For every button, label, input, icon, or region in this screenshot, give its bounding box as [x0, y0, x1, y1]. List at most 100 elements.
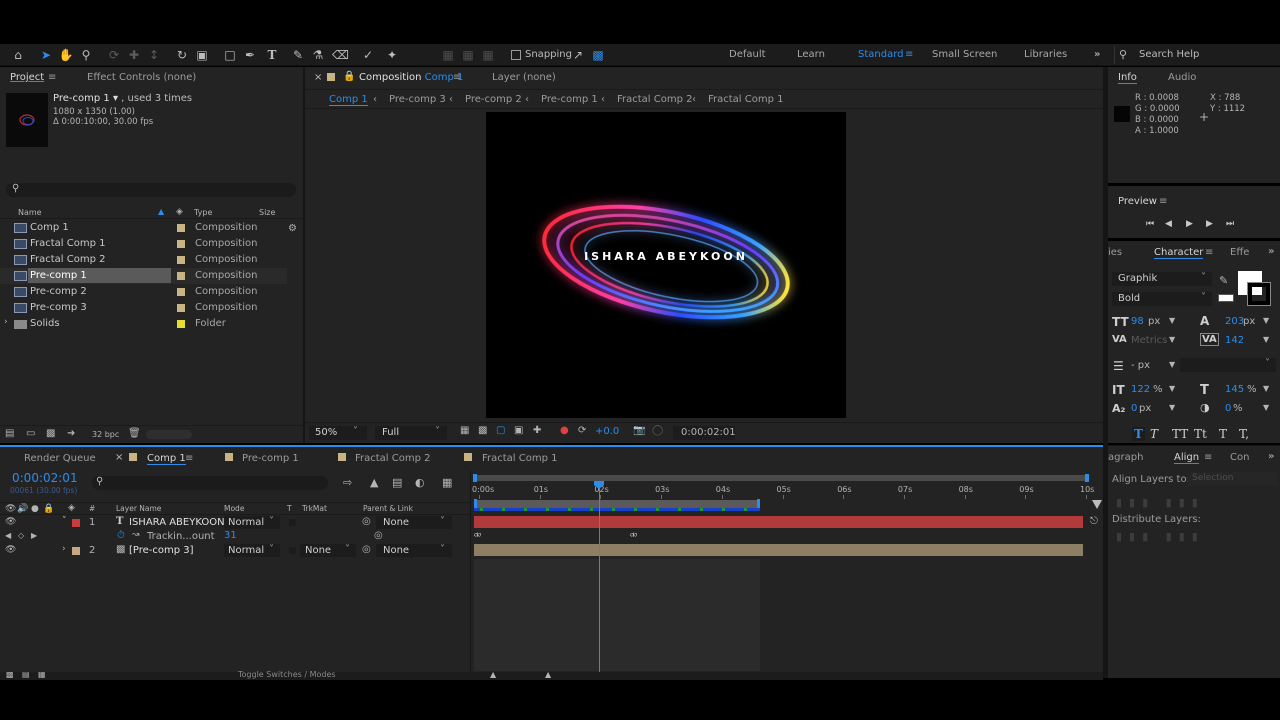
- label-swatch[interactable]: [177, 304, 185, 312]
- home-icon[interactable]: ⌂: [10, 47, 26, 63]
- property-row[interactable]: ◀ ◇ ▶ ⏱ ↝ Trackin...ount 31 ◎: [0, 530, 470, 544]
- tab-effects-partial[interactable]: Effe: [1230, 247, 1249, 258]
- tab-effect-controls[interactable]: Effect Controls (none): [87, 72, 196, 83]
- delete-icon[interactable]: 🗑: [128, 428, 141, 439]
- exposure-value[interactable]: +0.0: [595, 426, 619, 437]
- first-frame-icon[interactable]: ⏮: [1146, 219, 1154, 229]
- footer-toggle-icon[interactable]: ▦: [38, 670, 46, 679]
- more-workspaces-icon[interactable]: »: [1094, 49, 1100, 60]
- grid-guides-icon[interactable]: ✚: [533, 425, 541, 436]
- workspace-standard[interactable]: Standard: [858, 49, 904, 60]
- rotation-tool-icon[interactable]: ↻: [174, 47, 190, 63]
- col-mode[interactable]: Mode: [224, 504, 244, 513]
- col-type[interactable]: Type: [194, 208, 212, 217]
- preview-title[interactable]: Preview: [1118, 196, 1157, 207]
- resolution-dropdown[interactable]: Full ˅: [375, 426, 447, 440]
- layer-label-swatch[interactable]: [72, 519, 80, 527]
- graph-editor-icon[interactable]: ▦: [442, 476, 452, 489]
- chevron-down-icon[interactable]: ▼: [1169, 384, 1175, 393]
- project-item[interactable]: Fractal Comp 2 Composition: [0, 252, 287, 268]
- faux-bold-button[interactable]: T: [1132, 427, 1145, 441]
- flowchart-icon[interactable]: ➜: [67, 428, 75, 439]
- breadcrumb-fractal-comp-2[interactable]: Fractal Comp 2: [617, 94, 693, 105]
- motion-blur-icon[interactable]: ◐: [415, 476, 425, 489]
- zoom-in-icon[interactable]: ▲: [545, 670, 551, 679]
- font-style-dropdown[interactable]: Bold ˅: [1112, 292, 1212, 306]
- layer-name[interactable]: ISHARA ABEYKOON: [129, 517, 225, 528]
- solo-switch-icon[interactable]: ●: [31, 504, 39, 514]
- current-time-indicator[interactable]: [599, 483, 600, 673]
- zoom-dropdown[interactable]: 50% ˅: [309, 426, 367, 440]
- project-item[interactable]: › Solids Folder: [0, 316, 287, 332]
- project-item[interactable]: Pre-comp 1 Composition: [0, 268, 287, 284]
- project-item[interactable]: Comp 1 Composition: [0, 220, 287, 236]
- layer-row-1[interactable]: 👁 ˅ 1 T ISHARA ABEYKOON Normal ˅ ◎ None …: [0, 516, 470, 530]
- chevron-down-icon[interactable]: ▼: [1169, 403, 1175, 412]
- project-search-input[interactable]: ⚲: [6, 183, 296, 197]
- property-value[interactable]: 31: [224, 530, 237, 541]
- stroke-style-dropdown[interactable]: ˅: [1180, 358, 1276, 372]
- layer-mode-dropdown[interactable]: Normal ˅: [224, 516, 280, 529]
- zoom-tool-icon[interactable]: ⚲: [78, 47, 94, 63]
- lock-switch-icon[interactable]: 🔒: [43, 504, 54, 514]
- layer-name[interactable]: [Pre-comp 3]: [129, 545, 194, 556]
- navigator-start-handle[interactable]: [473, 474, 477, 482]
- breadcrumb-pre-comp-2[interactable]: Pre-comp 2: [465, 94, 522, 105]
- chevron-down-icon[interactable]: ▼: [1169, 360, 1175, 369]
- tab-paragraph-partial[interactable]: agraph: [1108, 452, 1143, 463]
- toggle-switches-modes-button[interactable]: Toggle Switches / Modes: [238, 670, 336, 679]
- project-item[interactable]: Pre-comp 3 Composition: [0, 300, 287, 316]
- layer-2-duration-bar[interactable]: [474, 544, 1083, 556]
- sort-arrow-icon[interactable]: ▲: [158, 207, 164, 216]
- eraser-tool-icon[interactable]: ⌫: [332, 47, 349, 63]
- comp-menu-icon[interactable]: ≡: [453, 72, 461, 83]
- stopwatch-icon[interactable]: ⏱: [117, 530, 125, 541]
- color-channels-icon[interactable]: ●: [560, 425, 569, 436]
- layer-1-duration-bar[interactable]: [474, 516, 1083, 528]
- workspace-default[interactable]: Default: [729, 49, 766, 60]
- tab-fractal-comp-2[interactable]: Fractal Comp 2: [355, 453, 431, 464]
- label-swatch[interactable]: [177, 272, 185, 280]
- col-size[interactable]: Size: [259, 208, 275, 217]
- white-swatch-icon[interactable]: [1218, 294, 1234, 302]
- pen-tool-icon[interactable]: ✒: [242, 47, 258, 63]
- trkmat-dropdown[interactable]: None ˅: [300, 544, 356, 557]
- pickwhip-icon[interactable]: ◎: [362, 544, 371, 555]
- tab-libraries-partial[interactable]: ies: [1108, 247, 1122, 258]
- tab-content-aware-partial[interactable]: Con: [1230, 452, 1249, 463]
- label-swatch[interactable]: [177, 240, 185, 248]
- snapshot-camera-icon[interactable]: 📷: [633, 425, 645, 436]
- puppet-pin-tool-icon[interactable]: ✦: [384, 47, 400, 63]
- keyframe-icon[interactable]: ⧞: [474, 530, 481, 540]
- prev-keyframe-icon[interactable]: ◀: [5, 531, 11, 540]
- col-name[interactable]: Name: [18, 208, 42, 217]
- small-caps-button[interactable]: Tt: [1194, 427, 1207, 441]
- tsume-value[interactable]: 0: [1225, 403, 1231, 414]
- new-composition-icon[interactable]: ▩: [46, 428, 55, 439]
- local-axis-icon[interactable]: ▦: [440, 47, 456, 63]
- expand-arrow-icon[interactable]: ˅: [62, 516, 67, 526]
- align-menu-icon[interactable]: ≡: [1204, 452, 1212, 463]
- stroke-width-unit[interactable]: - px: [1131, 360, 1150, 371]
- brush-tool-icon[interactable]: ✎: [290, 47, 306, 63]
- font-family-dropdown[interactable]: Graphik ˅: [1112, 272, 1212, 286]
- breadcrumb-pre-comp-3[interactable]: Pre-comp 3: [389, 94, 446, 105]
- chevron-down-icon[interactable]: ▼: [1263, 316, 1269, 325]
- dolly-camera-icon[interactable]: ↕: [146, 47, 162, 63]
- tab-info[interactable]: Info: [1118, 72, 1137, 84]
- tab-composition[interactable]: Composition Comp 1: [359, 72, 463, 83]
- breadcrumb-comp-1[interactable]: Comp 1: [329, 94, 368, 106]
- tab-align[interactable]: Align: [1174, 452, 1200, 464]
- expand-arrow-icon[interactable]: ›: [4, 317, 8, 327]
- rectangle-tool-icon[interactable]: □: [222, 47, 238, 63]
- footer-toggle-icon[interactable]: ▩: [6, 670, 14, 679]
- tab-project[interactable]: Project: [10, 72, 44, 83]
- orbit-camera-icon[interactable]: ⟳: [106, 47, 122, 63]
- pan-camera-icon[interactable]: ✚: [126, 47, 142, 63]
- label-tag-icon[interactable]: ◈: [176, 207, 183, 217]
- chevron-down-icon[interactable]: ▼: [1263, 384, 1269, 393]
- kerning-value[interactable]: Metrics: [1131, 335, 1167, 346]
- subscript-button[interactable]: T,: [1239, 427, 1249, 441]
- view-axis-icon[interactable]: ▦: [480, 47, 496, 63]
- shy-layers-icon[interactable]: ▲: [370, 476, 378, 489]
